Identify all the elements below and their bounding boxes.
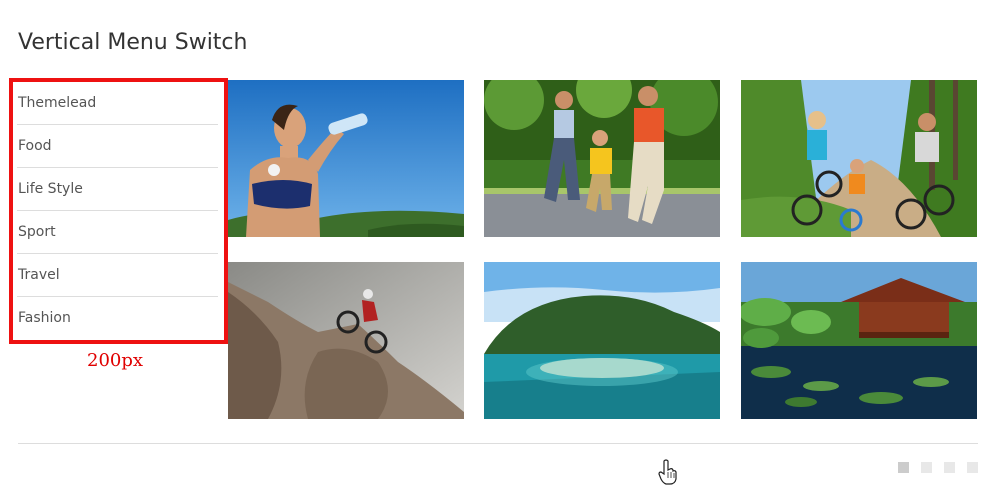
- vertical-menu-highlight-box: Themelead Food Life Style Sport Travel F…: [9, 78, 228, 344]
- menu-item-food[interactable]: Food: [17, 125, 218, 168]
- pagination-dot-4[interactable]: [967, 462, 978, 473]
- tropical-island-image: [484, 262, 720, 419]
- tropical-island-photo[interactable]: [484, 262, 720, 419]
- menu-item-life-style[interactable]: Life Style: [17, 168, 218, 211]
- thai-house-lotus-pond-photo[interactable]: [741, 262, 977, 419]
- page-title: Vertical Menu Switch: [18, 30, 248, 55]
- vertical-menu: Themelead Food Life Style Sport Travel F…: [17, 82, 218, 339]
- slider-pagination: [898, 462, 990, 473]
- pagination-dot-2[interactable]: [921, 462, 932, 473]
- hand-pointer-cursor-icon: [658, 459, 677, 485]
- pagination-dot-3[interactable]: [944, 462, 955, 473]
- woman-drinking-water-image: [228, 80, 464, 237]
- thai-house-lotus-pond-image: [741, 262, 977, 419]
- menu-item-travel[interactable]: Travel: [17, 254, 218, 297]
- menu-item-sport[interactable]: Sport: [17, 211, 218, 254]
- family-cycling-image: [741, 80, 977, 237]
- family-running-image: [484, 80, 720, 237]
- mountain-biker-image: [228, 262, 464, 419]
- mountain-biker-photo[interactable]: [228, 262, 464, 419]
- gallery-divider: [18, 443, 978, 444]
- family-running-photo[interactable]: [484, 80, 720, 237]
- woman-drinking-water-photo[interactable]: [228, 80, 464, 237]
- menu-item-themelead[interactable]: Themelead: [17, 82, 218, 125]
- pagination-dot-1[interactable]: [898, 462, 909, 473]
- menu-item-fashion[interactable]: Fashion: [17, 297, 218, 339]
- width-annotation: 200px: [87, 350, 144, 371]
- family-cycling-photo[interactable]: [741, 80, 977, 237]
